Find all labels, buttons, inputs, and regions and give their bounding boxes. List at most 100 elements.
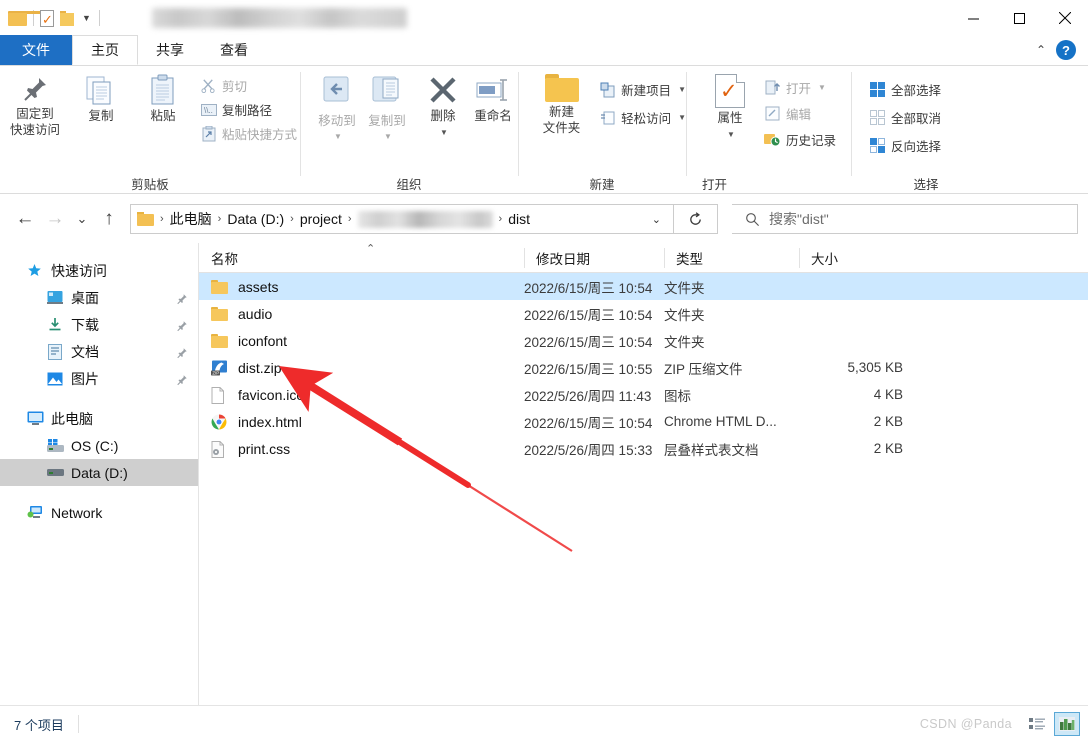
paste-button[interactable]: 粘贴 — [132, 74, 194, 125]
history-button[interactable]: 历史记录 — [764, 130, 836, 149]
sidebar-item-data-d[interactable]: Data (D:) — [0, 459, 198, 486]
column-header-size[interactable]: 大小 — [799, 243, 909, 273]
move-to-button[interactable]: 移动到 ▼ — [312, 74, 362, 142]
sidebar-item-os-c[interactable]: OS (C:) — [0, 432, 198, 459]
breadcrumb-item-blurred[interactable] — [357, 210, 493, 228]
chrome-icon — [211, 414, 229, 430]
easy-access-button[interactable]: 轻松访问 ▼ — [599, 108, 686, 127]
file-name-cell: iconfont — [199, 333, 524, 349]
file-date: 2022/6/15/周三 10:55 — [524, 361, 653, 377]
new-folder-icon[interactable] — [60, 10, 74, 26]
paste-shortcut-button[interactable]: 粘贴快捷方式 — [200, 124, 297, 143]
cut-button[interactable]: 剪切 — [200, 76, 297, 95]
explorer-body: 快速访问 桌面 下载 文档 图片 此电脑 OS (C:) Data (D:) N… — [0, 243, 1088, 705]
breadcrumb-item-dist[interactable]: dist — [504, 211, 534, 227]
table-row[interactable]: favicon.ico 2022/5/26/周四 11:43 图标 4 KB — [199, 381, 1088, 408]
pin-icon[interactable] — [176, 346, 188, 358]
ribbon-group-new: 新建 文件夹 新建项目 ▼ 轻松访问 ▼ 新建 — [518, 66, 686, 194]
file-explorer-window: ✓ ▼ 文件 主页 共享 查看 ⌃ ? 固定到 快速访问 复制 粘贴 剪切 \\… — [0, 0, 1088, 742]
pin-icon[interactable] — [176, 292, 188, 304]
file-name-cell: favicon.ico — [199, 386, 524, 404]
column-header-type[interactable]: 类型 — [664, 243, 799, 273]
maximize-button[interactable] — [996, 0, 1042, 36]
new-folder-button[interactable]: 新建 文件夹 — [532, 74, 591, 136]
pin-icon[interactable] — [176, 319, 188, 331]
chevron-down-icon[interactable]: ▼ — [678, 113, 686, 122]
chevron-down-icon[interactable]: ▼ — [440, 128, 448, 138]
new-item-button[interactable]: 新建项目 ▼ — [599, 80, 686, 99]
chevron-up-icon[interactable]: ⌃ — [1036, 43, 1046, 57]
tab-share[interactable]: 共享 — [138, 35, 202, 65]
tab-file[interactable]: 文件 — [0, 35, 72, 65]
select-none-button[interactable]: 全部取消 — [869, 108, 941, 127]
refresh-button[interactable] — [674, 204, 718, 234]
dropdown-caret-icon[interactable]: ▼ — [80, 13, 93, 23]
sidebar-item-desktop[interactable]: 桌面 — [0, 284, 198, 311]
select-all-button[interactable]: 全部选择 — [869, 80, 941, 99]
search-input[interactable]: 搜索"dist" — [732, 204, 1078, 234]
sidebar-item-documents[interactable]: 文档 — [0, 338, 198, 365]
edit-icon — [764, 105, 781, 122]
edit-button[interactable]: 编辑 — [764, 104, 836, 123]
sidebar-item-quick-access[interactable]: 快速访问 — [0, 257, 198, 284]
zip-icon: ZIP — [211, 360, 229, 376]
sidebar-item-pictures[interactable]: 图片 — [0, 365, 198, 392]
divider — [77, 715, 79, 733]
desktop-icon — [46, 289, 64, 307]
pin-icon[interactable] — [176, 373, 188, 385]
delete-button[interactable]: 删除 ▼ — [418, 74, 468, 138]
breadcrumb-item-data-d[interactable]: Data (D:) — [223, 211, 288, 227]
open-icon — [764, 79, 781, 96]
breadcrumb-item-this-pc[interactable]: 此电脑 — [166, 209, 216, 229]
column-header-name[interactable]: 名称 ⌃ — [199, 243, 524, 273]
column-header-date[interactable]: 修改日期 — [524, 243, 664, 273]
group-label-new: 新建 — [589, 177, 615, 192]
table-row[interactable]: index.html 2022/6/15/周三 10:54 Chrome HTM… — [199, 408, 1088, 435]
minimize-button[interactable] — [950, 0, 996, 36]
help-button[interactable]: ? — [1056, 40, 1076, 60]
table-row[interactable]: audio 2022/6/15/周三 10:54 文件夹 — [199, 300, 1088, 327]
sidebar-item-network[interactable]: Network — [0, 499, 198, 526]
table-row[interactable]: ZIP dist.zip 2022/6/15/周三 10:55 ZIP 压缩文件… — [199, 354, 1088, 381]
copy-to-button[interactable]: 复制到 ▼ — [362, 74, 412, 142]
chevron-down-icon[interactable]: ⌄ — [652, 213, 669, 226]
tab-view[interactable]: 查看 — [202, 35, 266, 65]
group-label-select: 选择 — [913, 177, 939, 192]
back-button[interactable]: ← — [10, 204, 40, 234]
table-row[interactable]: print.css 2022/5/26/周四 15:33 层叠样式表文档 2 K… — [199, 435, 1088, 462]
file-date: 2022/5/26/周四 11:43 — [524, 388, 652, 404]
file-date: 2022/6/15/周三 10:54 — [524, 280, 653, 296]
chevron-down-icon[interactable]: ▼ — [678, 85, 686, 94]
rename-button[interactable]: 重命名 — [468, 74, 518, 125]
close-button[interactable] — [1042, 0, 1088, 36]
button-label: 全部取消 — [891, 112, 942, 126]
chevron-down-icon[interactable]: ▼ — [727, 130, 735, 140]
copy-button[interactable]: 复制 — [70, 74, 132, 125]
pin-to-quick-access-button[interactable]: 固定到 快速访问 — [0, 74, 70, 138]
up-button[interactable]: ↑ — [94, 204, 124, 234]
open-button[interactable]: 打开 ▼ — [764, 78, 836, 97]
large-icons-view-button[interactable] — [1054, 712, 1080, 736]
table-row[interactable]: iconfont 2022/6/15/周三 10:54 文件夹 — [199, 327, 1088, 354]
forward-button[interactable]: → — [40, 204, 70, 234]
sort-ascending-icon: ⌃ — [366, 242, 376, 255]
invert-selection-button[interactable]: 反向选择 — [869, 136, 941, 155]
recent-locations-button[interactable]: ⌄ — [70, 204, 94, 234]
sidebar-item-this-pc[interactable]: 此电脑 — [0, 405, 198, 432]
details-view-button[interactable] — [1024, 712, 1050, 736]
sidebar-item-downloads[interactable]: 下载 — [0, 311, 198, 338]
properties-doc-icon[interactable]: ✓ — [40, 9, 54, 27]
button-label: 复制 — [88, 109, 114, 123]
sidebar-item-label: Data (D:) — [71, 464, 128, 481]
properties-button[interactable]: ✓ 属性 ▼ — [702, 74, 758, 140]
breadcrumb[interactable]: › 此电脑 › Data (D:) › project › › dist ⌄ — [130, 204, 674, 234]
sidebar-item-label: OS (C:) — [71, 437, 119, 454]
table-row[interactable]: assets 2022/6/15/周三 10:54 文件夹 — [199, 273, 1088, 300]
breadcrumb-item-project[interactable]: project — [296, 211, 346, 227]
blank-file-icon — [211, 386, 229, 404]
folder-icon[interactable] — [8, 10, 44, 26]
sidebar-item-label: 此电脑 — [51, 410, 93, 427]
file-name: print.css — [238, 440, 291, 457]
copy-path-button[interactable]: \\.. 复制路径 — [200, 100, 297, 119]
tab-home[interactable]: 主页 — [72, 35, 138, 65]
